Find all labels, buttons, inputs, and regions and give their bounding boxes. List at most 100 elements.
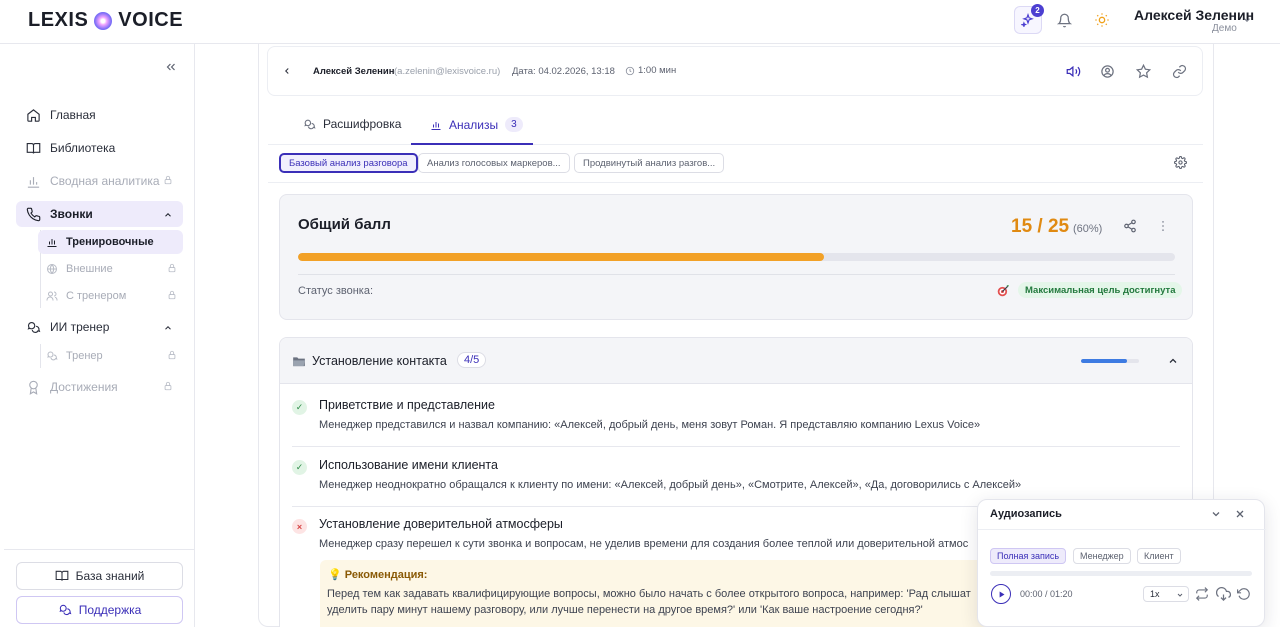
- speaker-button[interactable]: [1064, 62, 1082, 80]
- sidebar-item-analytics[interactable]: Сводная аналитика: [16, 168, 183, 194]
- sidebar-item-library[interactable]: Библиотека: [16, 135, 183, 161]
- audio-track-client[interactable]: Клиент: [1137, 548, 1181, 564]
- cloud-download-icon: [1215, 586, 1231, 601]
- sidebar-divider: [4, 549, 195, 550]
- users-icon: [46, 291, 58, 301]
- user-circle-icon: [1100, 64, 1114, 78]
- back-button[interactable]: [282, 66, 292, 76]
- section-header[interactable]: Установление контакта 4/5: [280, 338, 1192, 384]
- chip-voice-markers[interactable]: Анализ голосовых маркеров...: [418, 153, 570, 173]
- support-button[interactable]: Поддержка: [16, 596, 183, 624]
- share-score-button[interactable]: [1123, 219, 1137, 233]
- tab-analyses[interactable]: Анализы 3: [430, 117, 523, 132]
- criterion-title: Установление доверительной атмосферы: [319, 517, 563, 531]
- score-value: 15 / 25: [1011, 216, 1070, 237]
- sidebar-subitem-external[interactable]: Внешние: [38, 257, 183, 281]
- lock-icon: [164, 175, 172, 185]
- sidebar-item-calls[interactable]: Звонки: [16, 201, 183, 227]
- theme-toggle-button[interactable]: [1088, 6, 1116, 34]
- chevron-down-icon: [1177, 593, 1183, 597]
- sidebar-item-home[interactable]: Главная: [16, 102, 183, 128]
- user-profile-button[interactable]: [1098, 62, 1116, 80]
- audio-track-manager[interactable]: Менеджер: [1073, 548, 1131, 564]
- globe-icon: [47, 264, 57, 274]
- copy-link-button[interactable]: [1170, 62, 1188, 80]
- chevron-down-icon: [1212, 512, 1220, 517]
- chevron-left-icon: [285, 68, 289, 74]
- favorite-button[interactable]: [1134, 62, 1152, 80]
- gear-icon: [1174, 156, 1187, 169]
- chevron-down-icon: [1244, 18, 1250, 22]
- loop-button[interactable]: [1194, 586, 1210, 602]
- score-title: Общий балл: [298, 216, 391, 233]
- call-duration: 1:00 мин: [625, 65, 676, 76]
- sidebar-subitem-with-trainer[interactable]: С тренером: [38, 284, 183, 308]
- close-player-button[interactable]: [1234, 508, 1246, 520]
- section-score-badge: 4/5: [457, 352, 487, 368]
- notifications-button[interactable]: [1050, 6, 1078, 34]
- logo-text-right: VOICE: [118, 9, 184, 31]
- award-icon: [28, 380, 38, 395]
- user-name[interactable]: Алексей Зеленин: [1134, 7, 1254, 23]
- sidebar-item-ai-coach[interactable]: ИИ тренер: [16, 314, 183, 340]
- play-icon: [999, 591, 1004, 597]
- manager-email: (a.zelenin@lexisvoice.ru): [394, 66, 501, 77]
- analysis-tabs: Расшифровка Анализы 3: [268, 104, 1203, 145]
- rotate-ccw-icon: [1237, 588, 1250, 600]
- link-icon: [1172, 64, 1186, 78]
- chevron-up-icon: [165, 326, 171, 330]
- score-progress-bar: [298, 253, 1175, 261]
- analysis-settings-button[interactable]: [1174, 156, 1187, 169]
- criterion-description: Менеджер неоднократно обращался к клиент…: [319, 479, 1022, 491]
- audio-seek-bar[interactable]: [990, 571, 1252, 576]
- support-chat-icon: [59, 604, 72, 616]
- chip-basic-analysis[interactable]: Базовый анализ разговора: [279, 153, 418, 173]
- tab-label: Расшифровка: [323, 117, 402, 131]
- logo-orb-icon: [94, 11, 113, 30]
- sidebar-item-label: Сводная аналитика: [50, 174, 160, 188]
- criterion-description: Менеджер представился и назвал компанию:…: [319, 419, 981, 431]
- collapse-section-button[interactable]: [1167, 355, 1179, 367]
- lock-icon: [168, 350, 176, 360]
- analysis-type-selector: Базовый анализ разговора Анализ голосовы…: [268, 145, 1203, 183]
- criterion-divider: [292, 446, 1180, 447]
- audio-player-panel: Аудиозапись Полная запись Менеджер Клиен…: [977, 499, 1266, 627]
- call-info-bar: Алексей Зеленин (a.zelenin@lexisvoice.ru…: [267, 46, 1203, 96]
- sidebar-item-label: Звонки: [50, 207, 93, 221]
- tab-transcript[interactable]: Расшифровка: [303, 117, 401, 131]
- restart-audio-button[interactable]: [1236, 586, 1252, 602]
- score-more-button[interactable]: [1156, 219, 1170, 233]
- user-menu-chevron[interactable]: [1242, 15, 1252, 25]
- chip-advanced-analysis[interactable]: Продвинутый анализ разгов...: [574, 153, 725, 173]
- sidebar-subitem-trainer[interactable]: Тренер: [38, 344, 183, 368]
- bar-chart-icon: [431, 121, 441, 130]
- lexis-voice-logo[interactable]: LEXIS VOICE: [28, 9, 183, 32]
- knowledge-base-button[interactable]: База знаний: [16, 562, 183, 590]
- recommendation-box: 💡 Рекомендация: Перед тем как задавать к…: [320, 560, 1010, 627]
- audio-time: 00:00 / 01:20: [1020, 589, 1073, 599]
- play-button[interactable]: [991, 584, 1011, 604]
- speaker-icon: [1066, 65, 1080, 77]
- call-status-badge: Максимальная цель достигнута: [1018, 282, 1183, 298]
- sun-icon: [1095, 13, 1109, 27]
- sidebar-subitem-training[interactable]: Тренировочные: [38, 230, 183, 254]
- bell-icon: [1056, 13, 1072, 27]
- collapse-sidebar-button[interactable]: [164, 60, 178, 74]
- audio-track-full[interactable]: Полная запись: [990, 548, 1067, 564]
- support-label: Поддержка: [78, 603, 142, 617]
- playback-speed-select[interactable]: 1x: [1143, 586, 1189, 602]
- criterion-title: Приветствие и представление: [319, 398, 495, 412]
- chat-icon: [27, 321, 40, 333]
- sidebar-subitem-label: С тренером: [66, 290, 127, 302]
- download-audio-button[interactable]: [1215, 586, 1231, 602]
- minimize-player-button[interactable]: [1210, 508, 1222, 520]
- audio-player-header: Аудиозапись: [978, 500, 1266, 530]
- bar-chart-icon: [47, 239, 57, 247]
- message-icon: [304, 119, 316, 129]
- sidebar-subitem-label: Внешние: [66, 263, 113, 275]
- book-icon: [26, 142, 40, 154]
- criterion-description: Менеджер сразу перешел к сути звонка и в…: [319, 538, 969, 550]
- sidebar-item-label: Главная: [50, 108, 96, 122]
- score-progress-fill: [298, 253, 825, 261]
- sidebar-item-achievements[interactable]: Достижения: [16, 374, 183, 400]
